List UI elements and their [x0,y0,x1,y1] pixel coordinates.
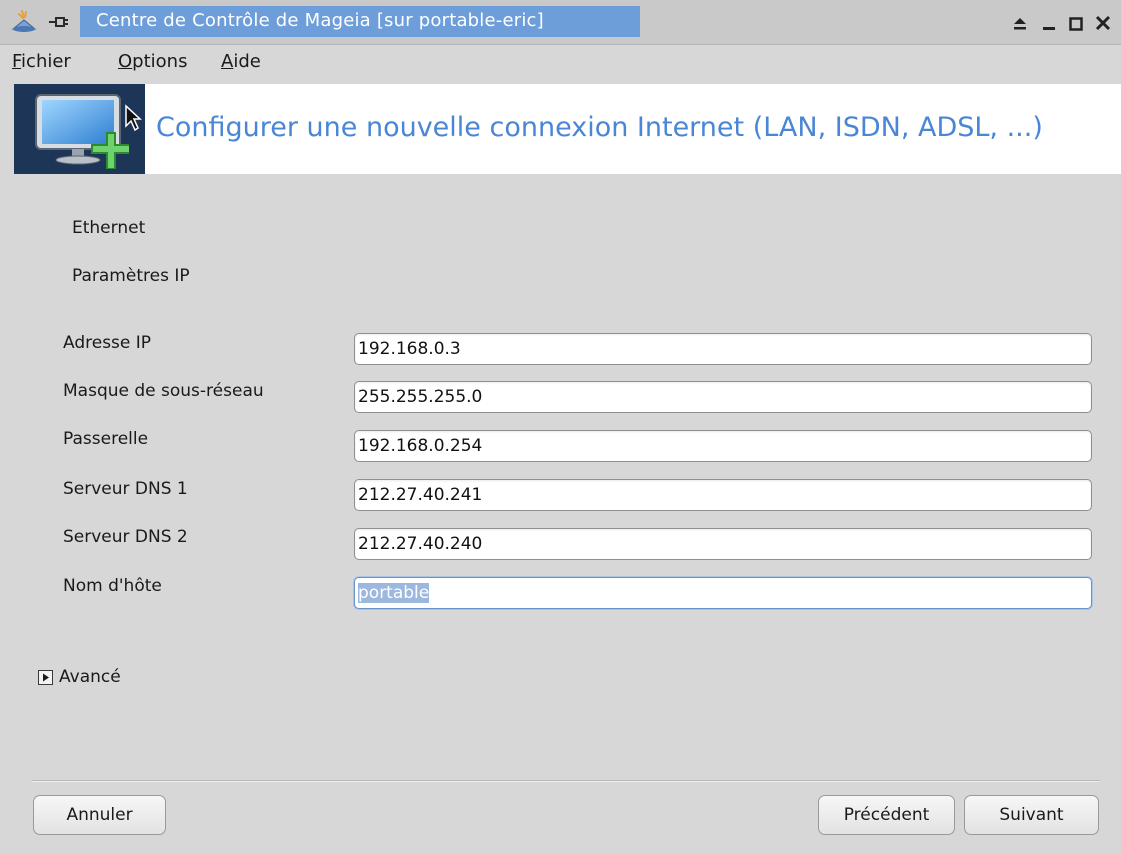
cancel-button-label: Annuler [66,805,133,825]
menu-fichier-mnemonic: F [12,51,22,72]
wizard-title: Configurer une nouvelle connexion Intern… [156,112,1043,143]
window-title: Centre de Contrôle de Mageia [sur portab… [96,10,544,31]
menu-aide-label: ide [233,51,261,72]
section-title: Paramètres IP [72,266,190,286]
menu-aide-mnemonic: A [221,51,234,72]
dns2-value: 212.27.40.240 [358,534,483,554]
hostname-label: Nom d'hôte [63,576,162,596]
hostname-value: portable [358,583,430,603]
mageia-app-icon [11,10,37,32]
pin-icon[interactable] [47,12,69,32]
gateway-value: 192.168.0.254 [358,436,483,456]
previous-button[interactable]: Précédent [818,795,955,835]
hostname-input[interactable]: portable [354,577,1092,609]
advanced-expander[interactable]: Avancé [38,667,121,687]
connection-type-label: Ethernet [72,218,146,238]
mouse-cursor-icon [125,104,142,132]
wizard-banner: Configurer une nouvelle connexion Intern… [14,84,1121,174]
maximize-icon[interactable] [1066,13,1086,33]
button-separator [32,780,1100,782]
dns2-label: Serveur DNS 2 [63,527,188,547]
next-button-label: Suivant [999,805,1064,825]
menu-bar: Fichier Options Aide [0,45,1121,83]
menu-fichier-label: ichier [21,51,71,72]
gateway-input[interactable]: 192.168.0.254 [354,430,1092,462]
window-titlebar[interactable]: Centre de Contrôle de Mageia [sur portab… [0,0,1121,45]
ip-address-value: 192.168.0.3 [358,339,461,359]
menu-aide[interactable]: Aide [221,51,261,72]
close-icon[interactable] [1093,13,1113,33]
subnet-mask-value: 255.255.255.0 [358,387,483,407]
next-button[interactable]: Suivant [964,795,1099,835]
minimize-icon[interactable] [1039,13,1059,33]
dns2-input[interactable]: 212.27.40.240 [354,528,1092,560]
dns1-value: 212.27.40.241 [358,485,483,505]
dns1-label: Serveur DNS 1 [63,479,188,499]
network-monitor-icon [35,94,129,169]
window-frame-left [0,84,14,854]
previous-button-label: Précédent [843,805,930,825]
advanced-label: Avancé [59,667,121,687]
cancel-button[interactable]: Annuler [33,795,166,835]
gateway-label: Passerelle [63,429,149,449]
shade-icon[interactable] [1010,13,1030,33]
menu-options[interactable]: Options [118,51,187,72]
subnet-mask-input[interactable]: 255.255.255.0 [354,381,1092,413]
menu-fichier[interactable]: Fichier [12,51,71,72]
menu-options-label: ptions [132,51,188,72]
ip-address-label: Adresse IP [63,333,152,353]
ip-address-input[interactable]: 192.168.0.3 [354,333,1092,365]
menu-options-mnemonic: O [118,51,133,72]
dns1-input[interactable]: 212.27.40.241 [354,479,1092,511]
subnet-mask-label: Masque de sous-réseau [63,381,264,401]
expander-arrow-icon [38,669,53,685]
